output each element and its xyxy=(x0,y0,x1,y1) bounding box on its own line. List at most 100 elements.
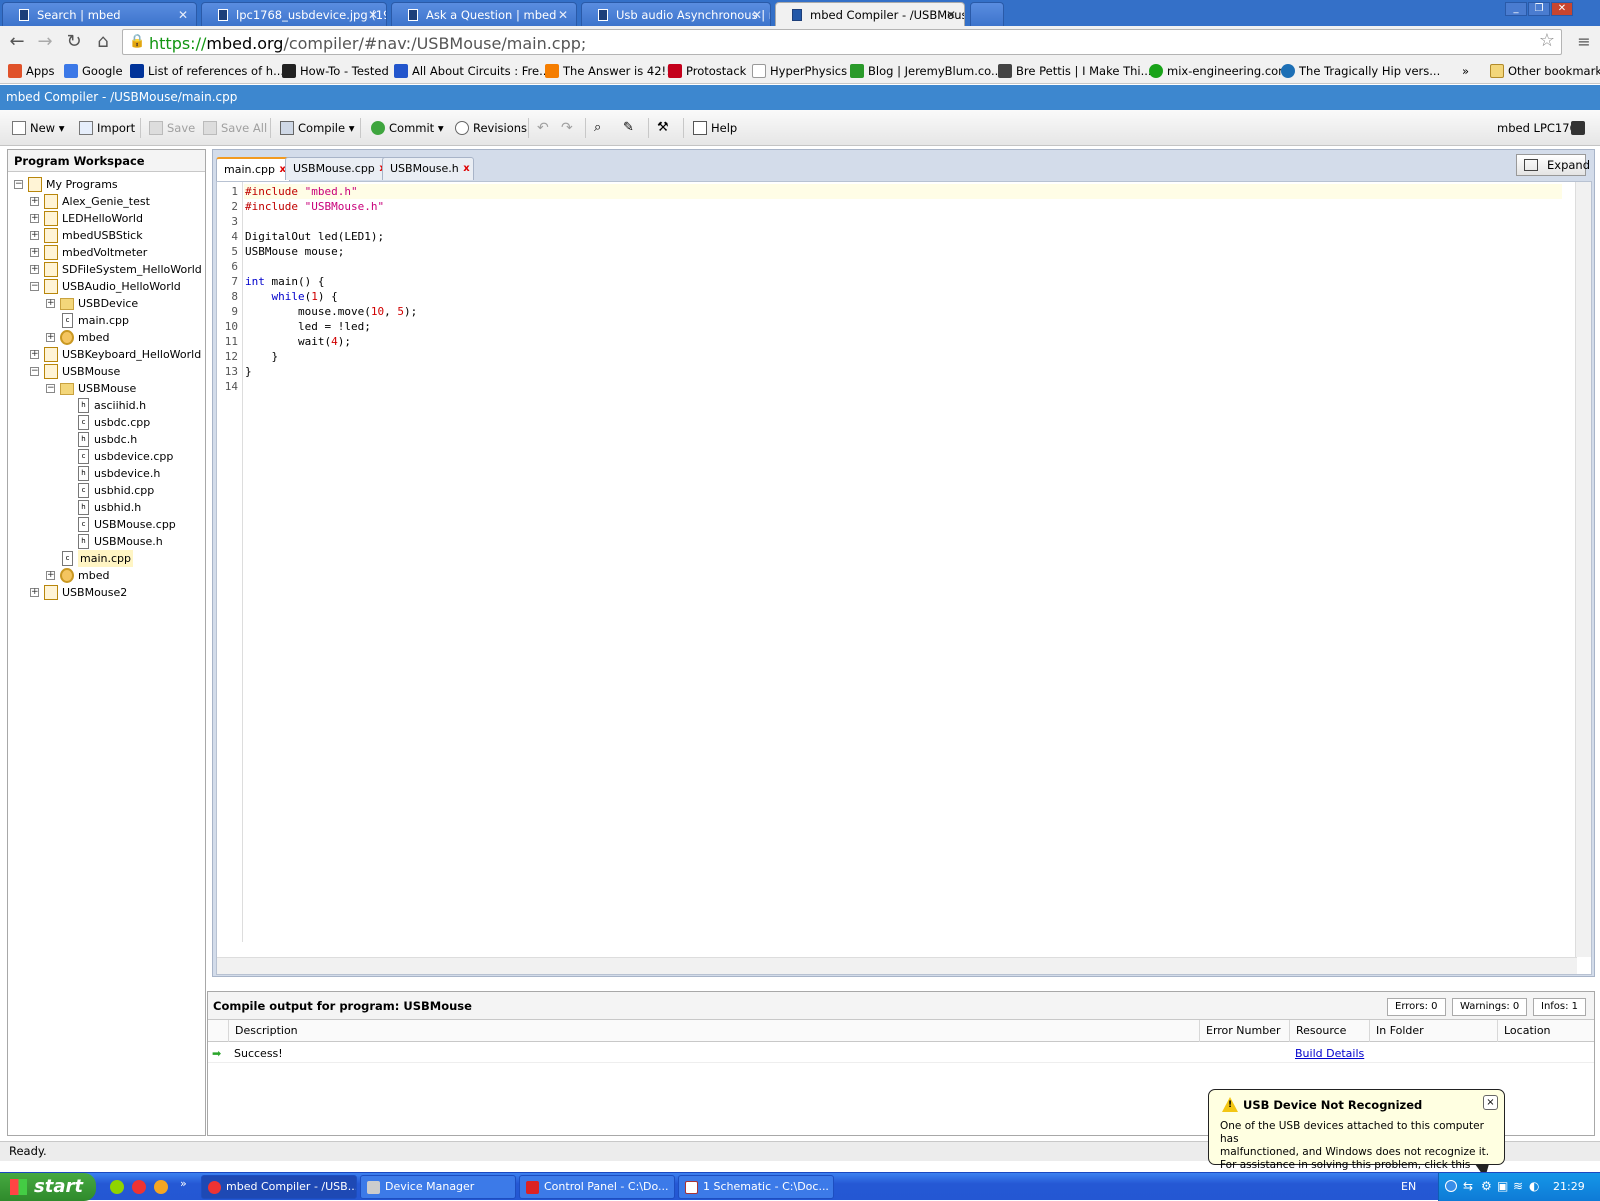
collapse-icon[interactable]: − xyxy=(46,384,55,393)
save-all-button[interactable]: Save All xyxy=(203,119,267,137)
code-line[interactable]: led = !led; xyxy=(245,319,371,334)
tree-item[interactable]: + mbed xyxy=(8,329,203,346)
code-line[interactable]: #include "USBMouse.h" xyxy=(245,199,384,214)
browser-tab-usb-audio[interactable]: Usb audio Asynchronous | mb ✕ xyxy=(581,2,771,26)
help-button[interactable]: Help xyxy=(693,119,737,137)
close-tab-icon[interactable]: ✕ xyxy=(946,3,956,26)
compile-button[interactable]: Compile ▾ xyxy=(280,119,354,137)
code-editor[interactable]: 1 2 3 4 5 6 7 8 9 10 11 12 13 14 #include "mbed.h" #in… xyxy=(216,181,1592,975)
code-line[interactable]: DigitalOut led(LED1); xyxy=(245,229,384,244)
column-location[interactable]: Location xyxy=(1497,1020,1594,1042)
bookmark-references[interactable]: List of references of h... xyxy=(130,63,284,79)
browser-tab-search[interactable]: Search | mbed ✕ xyxy=(2,2,197,26)
collapse-icon[interactable]: − xyxy=(30,282,39,291)
bookmark-google[interactable]: Google xyxy=(64,63,123,79)
format-code-icon[interactable]: ✎ xyxy=(623,119,634,137)
expand-icon[interactable]: + xyxy=(30,197,39,206)
task-control-panel[interactable]: Control Panel - C:\Do... xyxy=(519,1175,675,1199)
language-indicator[interactable]: EN xyxy=(1401,1180,1416,1193)
column-resource[interactable]: Resource xyxy=(1289,1020,1369,1042)
column-error-number[interactable]: Error Number xyxy=(1199,1020,1289,1042)
bookmark-hyperphysics[interactable]: HyperPhysics xyxy=(752,63,847,79)
tree-item[interactable]: + mbed xyxy=(8,567,203,584)
compile-result-row[interactable]: ➡ Success! Build Details xyxy=(208,1044,1594,1063)
infos-count[interactable]: Infos: 1 xyxy=(1533,998,1587,1016)
restore-window-icon[interactable]: ❐ xyxy=(1528,2,1550,16)
tab-usbmouse-cpp[interactable]: USBMouse.cppx xyxy=(285,157,390,180)
bookmark-tragically-hip[interactable]: The Tragically Hip vers... xyxy=(1281,63,1440,79)
code-line[interactable]: mouse.move(10, 5); xyxy=(245,304,417,319)
tree-item[interactable]: c main.cpp xyxy=(8,550,203,567)
close-tab-icon[interactable]: ✕ xyxy=(368,3,378,26)
menu-icon[interactable]: ≡ xyxy=(1573,31,1595,53)
forward-arrow-icon[interactable]: → xyxy=(34,31,56,53)
task-mbed-compiler[interactable]: mbed Compiler - /USB... xyxy=(201,1175,357,1199)
tree-item[interactable]: c main.cpp xyxy=(8,312,203,329)
vertical-scrollbar[interactable] xyxy=(1575,182,1591,957)
expand-icon[interactable]: + xyxy=(30,248,39,257)
horizontal-scrollbar[interactable] xyxy=(217,957,1577,974)
network-tray-icon[interactable]: ⚙ xyxy=(1481,1179,1492,1193)
bookmark-jeremyblum[interactable]: Blog | JeremyBlum.co... xyxy=(850,63,1002,79)
collapse-icon[interactable]: − xyxy=(14,180,23,189)
volume-tray-icon[interactable]: ◐ xyxy=(1529,1179,1539,1193)
column-description[interactable]: Description xyxy=(228,1020,1178,1042)
revisions-button[interactable]: Revisions xyxy=(455,119,527,137)
tree-item[interactable]: h USBMouse.h xyxy=(8,533,203,550)
quicklaunch-overflow-icon[interactable]: » xyxy=(180,1177,187,1190)
back-arrow-icon[interactable]: ← xyxy=(6,31,28,53)
expand-icon[interactable]: + xyxy=(30,350,39,359)
expand-icon[interactable]: + xyxy=(46,333,55,342)
start-button[interactable]: start xyxy=(0,1173,96,1201)
browser-tab-mbed-compiler[interactable]: mbed Compiler - /USBMouse/ ✕ xyxy=(775,2,965,26)
bookmark-apps[interactable]: Apps xyxy=(8,63,54,79)
tree-item[interactable]: h usbhid.h xyxy=(8,499,203,516)
find-binoculars-icon[interactable]: ⌕ xyxy=(594,119,601,137)
tab-usbmouse-h[interactable]: USBMouse.h x xyxy=(382,157,474,180)
home-icon[interactable]: ⌂ xyxy=(92,31,114,53)
bookmark-all-about-circuits[interactable]: All About Circuits : Fre... xyxy=(394,63,550,79)
usb-tray-icon[interactable]: ⇆ xyxy=(1463,1179,1473,1193)
redo-icon[interactable]: ↷ xyxy=(561,119,573,137)
tree-item[interactable]: + USBMouse2 xyxy=(8,584,203,601)
expand-icon[interactable]: + xyxy=(30,265,39,274)
tree-item[interactable]: − USBMouse xyxy=(8,380,203,397)
task-schematic[interactable]: 1 Schematic - C:\Doc... xyxy=(678,1175,834,1199)
bookmark-tested[interactable]: How-To - Tested xyxy=(282,63,389,79)
platform-selector[interactable]: mbed LPC1768 xyxy=(1497,119,1585,137)
code-line[interactable]: wait(4); xyxy=(245,334,351,349)
tree-item[interactable]: c usbhid.cpp xyxy=(8,482,203,499)
tree-item[interactable]: c usbdevice.cpp xyxy=(8,448,203,465)
tree-item[interactable]: − My Programs xyxy=(8,176,203,193)
save-button[interactable]: Save xyxy=(149,119,195,137)
other-bookmarks[interactable]: Other bookmarks xyxy=(1490,63,1600,79)
column-in-folder[interactable]: In Folder xyxy=(1369,1020,1497,1042)
close-icon[interactable]: × xyxy=(1483,1095,1498,1110)
expand-icon[interactable]: + xyxy=(46,299,55,308)
bookmark-bre-pettis[interactable]: Bre Pettis | I Make Thi... xyxy=(998,63,1152,79)
bookmark-star-icon[interactable]: ☆ xyxy=(1539,30,1555,51)
expand-icon[interactable]: + xyxy=(46,571,55,580)
build-details-link[interactable]: Build Details xyxy=(1289,1044,1364,1063)
code-line[interactable]: } xyxy=(245,364,252,379)
bookmark-protostack[interactable]: Protostack xyxy=(668,63,746,79)
code-line[interactable]: while(1) { xyxy=(245,289,338,304)
collapse-icon[interactable]: − xyxy=(30,367,39,376)
clock[interactable]: 21:29 xyxy=(1553,1180,1585,1193)
bookmarks-overflow-icon[interactable]: » xyxy=(1462,63,1469,79)
usb-notification-balloon[interactable]: ! USB Device Not Recognized × One of the… xyxy=(1208,1089,1505,1184)
expand-button[interactable]: Expand xyxy=(1516,154,1590,176)
display-tray-icon[interactable]: ▣ xyxy=(1497,1179,1508,1193)
expand-icon[interactable]: + xyxy=(30,231,39,240)
tree-item[interactable]: h usbdc.h xyxy=(8,431,203,448)
arrow-tray-icon[interactable] xyxy=(1445,1180,1457,1192)
browser-tab-image[interactable]: lpc1768_usbdevice.jpg (193 ✕ xyxy=(201,2,387,26)
tree-item[interactable]: c USBMouse.cpp xyxy=(8,516,203,533)
tree-item[interactable]: + mbedUSBStick xyxy=(8,227,203,244)
tree-item[interactable]: − USBAudio_HelloWorld xyxy=(8,278,203,295)
utorrent-quicklaunch-icon[interactable] xyxy=(110,1180,124,1194)
tree-item[interactable]: + LEDHelloWorld xyxy=(8,210,203,227)
new-button[interactable]: New ▾ xyxy=(12,119,65,137)
tree-item[interactable]: h asciihid.h xyxy=(8,397,203,414)
address-bar[interactable]: 🔒 https://mbed.org/compiler/#nav:/USBMou… xyxy=(122,29,1562,55)
